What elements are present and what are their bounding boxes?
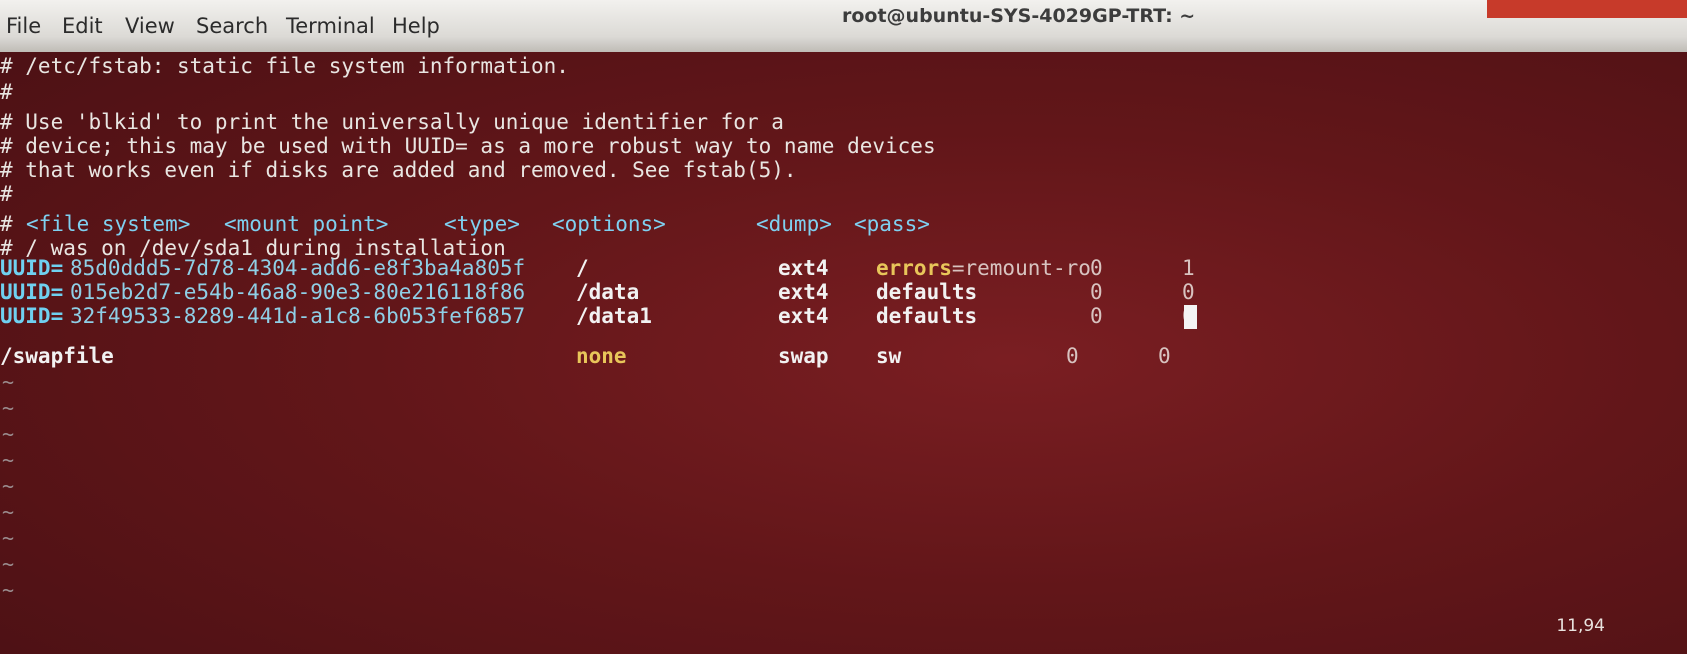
cursor-position: 11,94 bbox=[1556, 616, 1605, 636]
menu-search[interactable]: Search bbox=[196, 14, 268, 38]
menu-bar: File Edit View Search Terminal Help root… bbox=[0, 0, 1687, 52]
menu-terminal[interactable]: Terminal bbox=[286, 14, 375, 38]
header-dump: <dump> bbox=[756, 212, 832, 236]
fstab-entry: UUID= 015eb2d7-e54b-46a8-90e3-80e216118f… bbox=[0, 280, 1687, 305]
mount-options: errors=remount-ro bbox=[876, 256, 1091, 281]
text-cursor bbox=[1184, 305, 1197, 329]
header-options: <options> bbox=[552, 212, 666, 236]
terminal-content[interactable]: # /etc/fstab: static file system informa… bbox=[0, 48, 1687, 654]
uuid-value: 85d0ddd5-7d78-4304-add6-e8f3ba4a805f bbox=[70, 256, 526, 280]
fstab-entry: UUID= 85d0ddd5-7d78-4304-add6-e8f3ba4a80… bbox=[0, 256, 1687, 281]
dump-value: 0 bbox=[1090, 304, 1103, 328]
mount-options: defaults bbox=[876, 304, 978, 328]
comment-line: # bbox=[0, 182, 13, 206]
mount-point: / bbox=[576, 256, 589, 280]
uuid-key: UUID= bbox=[0, 280, 64, 304]
swap-options: sw bbox=[876, 344, 902, 368]
swapfile-path: /swapfile bbox=[0, 344, 114, 368]
pass-value: 1 bbox=[1182, 256, 1195, 280]
fstab-entry: UUID= 32f49533-8289-441d-a1c8-6b053fef68… bbox=[0, 304, 1687, 329]
fs-type: ext4 bbox=[778, 256, 829, 280]
empty-line-marker: ~ bbox=[2, 578, 15, 602]
menu-view[interactable]: View bbox=[125, 14, 175, 38]
uuid-key: UUID= bbox=[0, 256, 64, 280]
options-rest: =remount-ro bbox=[951, 256, 1091, 280]
header-pass: <pass> bbox=[854, 212, 930, 236]
dump-value: 0 bbox=[1090, 256, 1103, 280]
swap-mount: none bbox=[576, 344, 627, 368]
mount-point: /data1 bbox=[576, 304, 652, 328]
empty-line-marker: ~ bbox=[2, 422, 15, 446]
options-key: errors bbox=[876, 256, 952, 280]
header-file-system: <file system> bbox=[26, 212, 191, 236]
empty-line-marker: ~ bbox=[2, 500, 15, 524]
empty-line-marker: ~ bbox=[2, 552, 15, 576]
column-header-line: # <file system> <mount point> <type> <op… bbox=[0, 212, 1687, 237]
uuid-value: 015eb2d7-e54b-46a8-90e3-80e216118f86 bbox=[70, 280, 526, 304]
comment-line: # bbox=[0, 80, 13, 104]
fs-type: ext4 bbox=[778, 280, 829, 304]
comment-line: # device; this may be used with UUID= as… bbox=[0, 134, 936, 158]
comment-line: # Use 'blkid' to print the universally u… bbox=[0, 110, 784, 134]
empty-line-marker: ~ bbox=[2, 370, 15, 394]
empty-line-marker: ~ bbox=[2, 396, 15, 420]
pass-value: 0 bbox=[1182, 280, 1195, 304]
swap-entry: /swapfile none swap sw 0 0 bbox=[0, 344, 1687, 369]
terminal-window: File Edit View Search Terminal Help root… bbox=[0, 0, 1687, 654]
empty-line-marker: ~ bbox=[2, 474, 15, 498]
fs-type: ext4 bbox=[778, 304, 829, 328]
comment-line: # that works even if disks are added and… bbox=[0, 158, 797, 182]
comment-line: # /etc/fstab: static file system informa… bbox=[0, 54, 569, 78]
menu-file[interactable]: File bbox=[6, 14, 41, 38]
menu-edit[interactable]: Edit bbox=[62, 14, 103, 38]
window-close-area[interactable] bbox=[1487, 0, 1687, 18]
dump-value: 0 bbox=[1090, 280, 1103, 304]
menu-help[interactable]: Help bbox=[392, 14, 440, 38]
mount-point: /data bbox=[576, 280, 640, 304]
empty-line-marker: ~ bbox=[2, 448, 15, 472]
window-title: root@ubuntu-SYS-4029GP-TRT: ~ bbox=[842, 5, 1196, 27]
swap-pass: 0 bbox=[1158, 344, 1171, 368]
uuid-value: 32f49533-8289-441d-a1c8-6b053fef6857 bbox=[70, 304, 526, 328]
header-type: <type> bbox=[444, 212, 520, 236]
uuid-key: UUID= bbox=[0, 304, 64, 328]
header-hash: # bbox=[0, 212, 13, 236]
empty-line-marker: ~ bbox=[2, 526, 15, 550]
header-mount-point: <mount point> bbox=[224, 212, 389, 236]
mount-options: defaults bbox=[876, 280, 978, 304]
swap-type: swap bbox=[778, 344, 829, 368]
swap-dump: 0 bbox=[1066, 344, 1079, 368]
